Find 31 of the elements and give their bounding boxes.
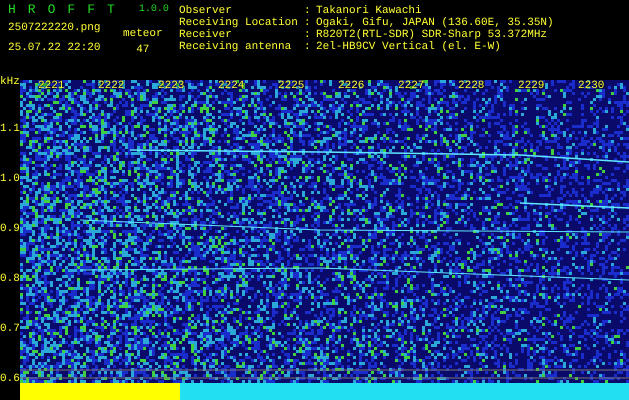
- app-name: HROFFT: [8, 4, 127, 16]
- time-label: 2229: [518, 80, 546, 92]
- count-value: 47: [136, 44, 150, 56]
- frequency-label: 0.9: [0, 223, 20, 235]
- frequency-label: 0.6: [0, 373, 20, 385]
- separator: :: [304, 41, 312, 53]
- unit-label: kHz: [0, 76, 20, 88]
- info-label: Receiving Location: [179, 17, 299, 29]
- info-label: Receiver: [179, 29, 233, 41]
- separator: :: [304, 29, 312, 41]
- app-version: 1.0.0: [138, 4, 169, 16]
- info-value: 2el-HB9CV Vertical (el. E-W): [316, 41, 501, 53]
- info-value: Takanori Kawachi: [316, 5, 422, 17]
- info-label: Receiving antenna: [179, 41, 292, 53]
- info-value: Ogaki, Gifu, JAPAN (136.60E, 35.35N): [316, 17, 554, 29]
- time-label: 2223: [158, 80, 186, 92]
- count-label: meteor: [123, 28, 163, 40]
- time-label: 2228: [458, 80, 486, 92]
- frequency-label: 1.0: [0, 173, 20, 185]
- frequency-label: 0.8: [0, 273, 20, 285]
- time-label: 2225: [278, 80, 306, 92]
- frequency-label: 0.7: [0, 323, 20, 335]
- time-label: 2222: [98, 80, 126, 92]
- frequency-label: 1.1: [0, 123, 20, 135]
- file-name: 2507222220.png: [8, 22, 102, 34]
- info-label: Observer: [179, 5, 233, 17]
- separator: :: [304, 5, 312, 17]
- date-time: 25.07.22 22:20: [8, 42, 102, 54]
- time-label: 2230: [578, 80, 606, 92]
- separator: :: [304, 17, 312, 29]
- info-value: R820T2(RTL-SDR) SDR-Sharp 53.372MHz: [316, 29, 548, 41]
